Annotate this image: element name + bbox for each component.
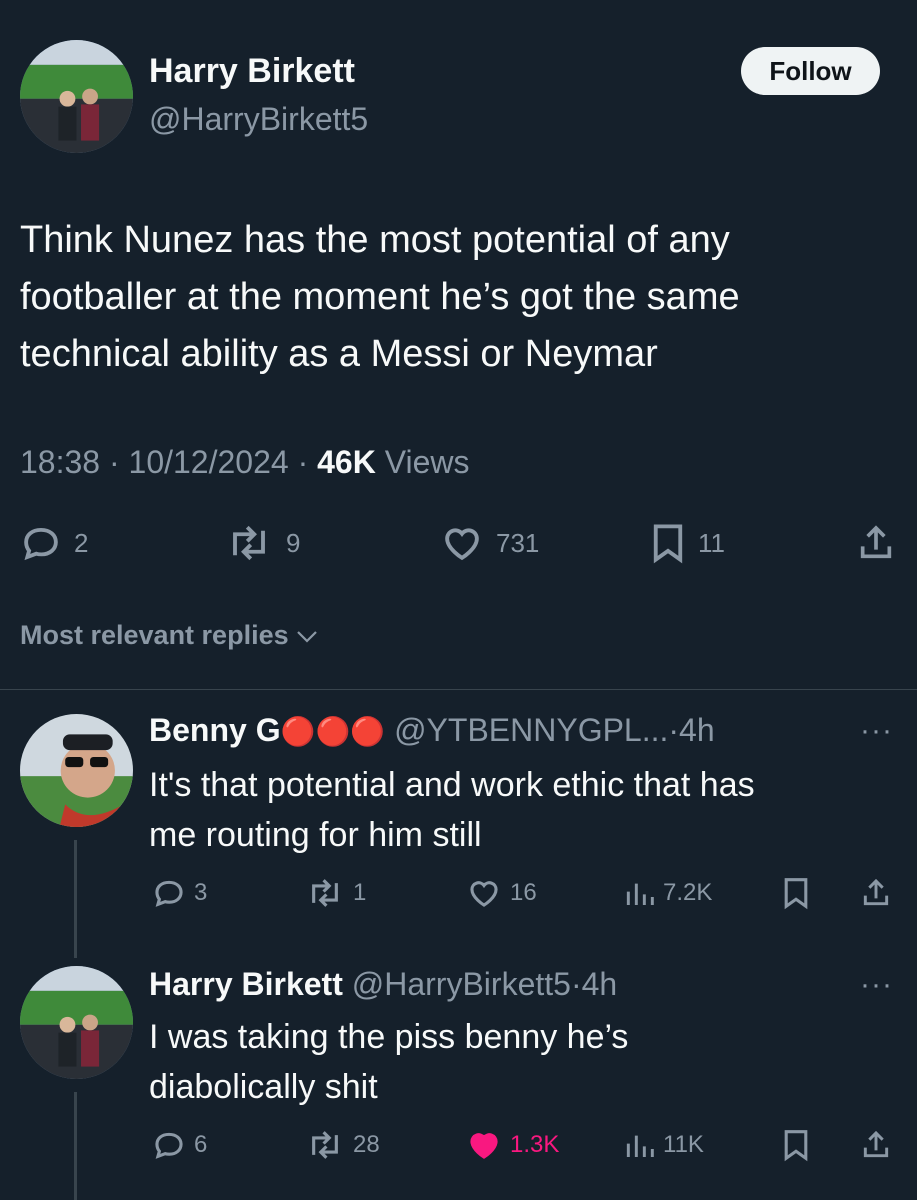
retweet-button[interactable]: 28	[305, 1128, 380, 1162]
retweet-icon	[233, 525, 265, 561]
separator: ·	[668, 712, 680, 748]
selfie-photo-icon	[20, 714, 133, 827]
reply-icon	[24, 527, 58, 561]
reply-button[interactable]: 2	[20, 522, 88, 564]
bookmark-icon	[653, 524, 683, 564]
retweet-button[interactable]: 9	[224, 522, 300, 564]
author-handle[interactable]: @HarryBirkett5	[149, 101, 368, 138]
views-count: 11K	[663, 1131, 704, 1158]
share-icon	[863, 1130, 889, 1158]
reply-time[interactable]: 4h	[679, 712, 715, 748]
avatar[interactable]	[20, 714, 133, 827]
more-options-icon[interactable]: ···	[860, 714, 893, 748]
heart-icon	[445, 528, 479, 561]
retweet-count: 1	[353, 879, 367, 906]
reply-sort-label: Most relevant replies	[20, 620, 289, 650]
share-icon	[860, 525, 892, 559]
tweet-meta: 18:38 · 10/12/2024 · 46K Views	[20, 444, 469, 481]
tweet-text-line: footballer at the moment he’s got the sa…	[20, 276, 740, 318]
analytics-icon	[626, 883, 654, 905]
reply-sort-selector[interactable]: Most relevant replies	[20, 620, 319, 651]
reply-author-name[interactable]: Harry Birkett	[149, 966, 343, 1002]
tweet-time[interactable]: 18:38	[20, 444, 100, 480]
follow-button[interactable]: Follow	[741, 47, 880, 95]
analytics-icon	[626, 1135, 654, 1157]
thread-line	[74, 840, 77, 958]
retweet-count: 28	[353, 1131, 380, 1158]
like-count: 731	[496, 527, 540, 558]
reply-count: 2	[74, 527, 89, 558]
views-count: 7.2K	[663, 879, 713, 906]
reply-author-handle[interactable]: @HarryBirkett5	[352, 966, 571, 1002]
reply-button[interactable]: 3	[152, 876, 207, 910]
bookmark-button[interactable]	[782, 876, 810, 910]
views-button[interactable]: 11K	[623, 1128, 704, 1162]
reply-icon	[155, 880, 183, 907]
reply-text-line: I was taking the piss benny he’s	[149, 1018, 629, 1056]
reply-button[interactable]: 6	[152, 1128, 207, 1162]
thread-line	[74, 1092, 77, 1200]
bookmark-icon	[784, 1130, 808, 1162]
bookmark-button[interactable]: 11	[650, 522, 725, 564]
share-button[interactable]	[860, 876, 892, 910]
views-label: Views	[384, 444, 470, 480]
bookmark-icon	[784, 878, 808, 910]
more-options-icon[interactable]: ···	[860, 968, 893, 1002]
avatar[interactable]	[20, 40, 133, 153]
reply-count: 6	[194, 1131, 208, 1158]
like-button[interactable]: 16	[466, 876, 537, 910]
reply-text-line: me routing for him still	[149, 816, 482, 854]
like-button[interactable]: 1.3K	[466, 1128, 559, 1162]
reply-icon	[155, 1132, 183, 1159]
chevron-down-icon	[296, 630, 317, 643]
author-badges: 🔴🔴🔴	[280, 716, 386, 747]
retweet-button[interactable]: 1	[305, 876, 366, 910]
like-button[interactable]: 731	[440, 522, 539, 564]
reply-author-name[interactable]: Benny G	[149, 712, 281, 748]
reply-count: 3	[194, 879, 208, 906]
reply-text: I was taking the piss benny he’s diaboli…	[149, 1012, 628, 1112]
reply-time[interactable]: 4h	[582, 966, 618, 1002]
share-button[interactable]	[856, 522, 896, 564]
reply-text-line: It's that potential and work ethic that …	[149, 766, 755, 804]
like-count: 1.3K	[510, 1131, 560, 1158]
reply-header: Benny G🔴🔴🔴 @YTBENNYGPL...·4h	[149, 712, 715, 749]
stadium-photo-icon	[20, 966, 133, 1079]
retweet-icon	[312, 1131, 338, 1159]
separator: ·	[297, 444, 309, 480]
reply-author-handle[interactable]: @YTBENNYGPL...	[394, 712, 668, 748]
tweet-text-line: technical ability as a Messi or Neymar	[20, 333, 658, 375]
author-name[interactable]: Harry Birkett	[149, 52, 355, 91]
reply-text: It's that potential and work ethic that …	[149, 760, 755, 860]
divider	[0, 689, 917, 690]
avatar[interactable]	[20, 966, 133, 1079]
tweet-text: Think Nunez has the most potential of an…	[20, 212, 900, 383]
tweet-text-line: Think Nunez has the most potential of an…	[20, 219, 730, 261]
heart-filled-icon	[470, 1133, 498, 1159]
bookmark-count: 11	[698, 527, 725, 558]
tweet-date[interactable]: 10/12/2024	[129, 444, 289, 480]
views-button[interactable]: 7.2K	[623, 876, 712, 910]
separator: ·	[108, 444, 120, 480]
like-count: 16	[510, 879, 537, 906]
heart-icon	[470, 881, 498, 907]
bookmark-button[interactable]	[782, 1128, 810, 1162]
share-button[interactable]	[860, 1128, 892, 1162]
views-count[interactable]: 46K	[317, 444, 376, 480]
share-icon	[863, 878, 889, 906]
stadium-photo-icon	[20, 40, 133, 153]
reply-header: Harry Birkett @HarryBirkett5·4h	[149, 966, 617, 1003]
retweet-icon	[312, 879, 338, 907]
separator: ·	[570, 966, 582, 1002]
retweet-count: 9	[286, 527, 301, 558]
reply-text-line: diabolically shit	[149, 1068, 378, 1106]
